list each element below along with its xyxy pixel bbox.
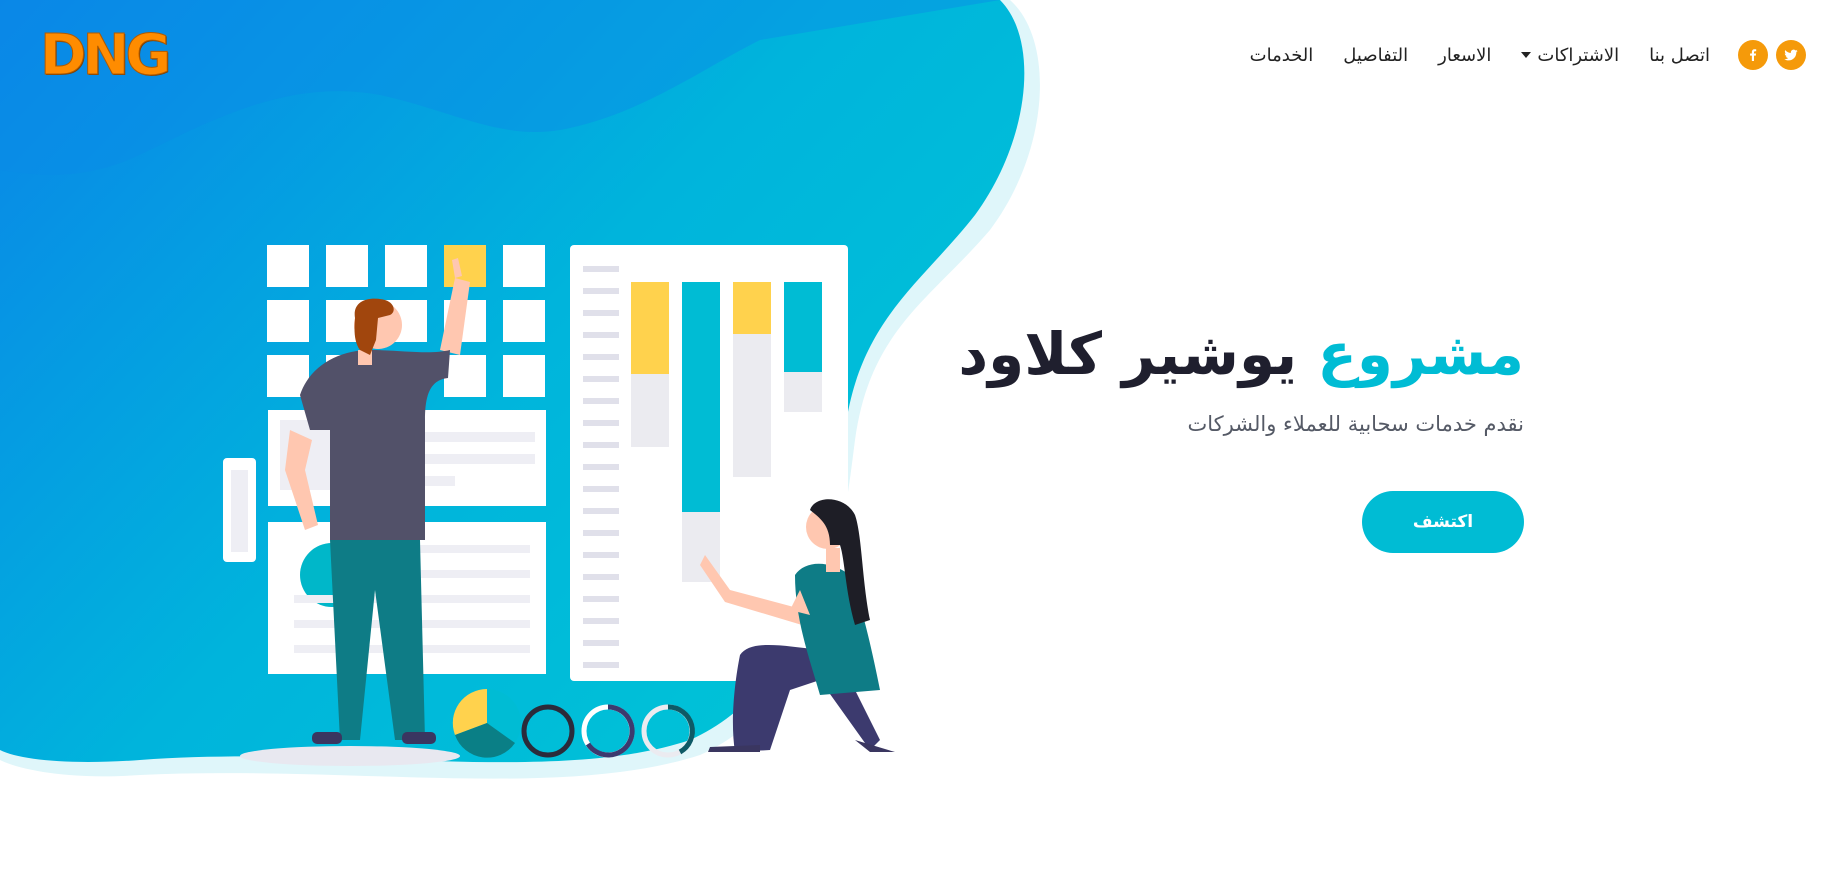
pie-charts: [452, 688, 695, 758]
nav-prices-label: الاسعار: [1438, 44, 1492, 66]
hero-title-accent: مشروع: [1317, 320, 1524, 388]
discover-button[interactable]: اكتشف: [1362, 491, 1524, 553]
nav-services-label: الخدمات: [1249, 44, 1314, 66]
nav-prices[interactable]: الاسعار: [1438, 45, 1491, 66]
hero-text-block: مشروع يوشير كلاود نقدم خدمات سحابية للعم…: [958, 320, 1524, 436]
twitter-button[interactable]: [1776, 40, 1806, 70]
landing-page: DNG اتصل بنا الاشتراكات الاسعار التفاصيل…: [0, 0, 1836, 891]
nav-details-label: التفاصيل: [1343, 44, 1409, 66]
facebook-icon: [1750, 49, 1757, 61]
twitter-icon: [1784, 49, 1798, 61]
nav-contact[interactable]: اتصل بنا: [1649, 45, 1710, 66]
logo[interactable]: DNG: [39, 27, 171, 84]
social-links: [1738, 40, 1806, 70]
nav-details[interactable]: التفاصيل: [1343, 45, 1408, 66]
hero-title: مشروع يوشير كلاود: [958, 320, 1524, 390]
hero-subtitle: نقدم خدمات سحابية للعملاء والشركات: [1187, 411, 1525, 436]
nav-services[interactable]: الخدمات: [1250, 45, 1314, 66]
caret-down-icon: [1521, 52, 1532, 58]
facebook-button[interactable]: [1738, 40, 1768, 70]
nav-contact-label: اتصل بنا: [1649, 44, 1710, 66]
hero-illustration: [223, 245, 895, 766]
nav-subscriptions-label: الاشتراكات: [1537, 44, 1620, 66]
top-nav: اتصل بنا الاشتراكات الاسعار التفاصيل الخ…: [1220, 40, 1806, 70]
nav-subscriptions-dropdown[interactable]: الاشتراكات: [1521, 45, 1619, 66]
hero-title-rest: يوشير كلاود: [958, 320, 1298, 388]
